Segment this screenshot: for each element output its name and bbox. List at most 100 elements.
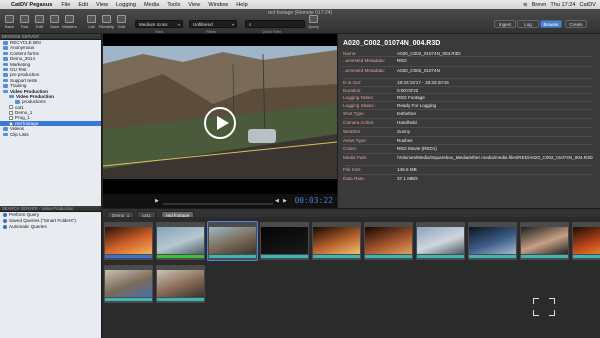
save-button[interactable]: Save xyxy=(47,15,62,30)
search-icon: ⌕ xyxy=(249,22,252,27)
tree-item-label: Videos xyxy=(10,126,24,132)
chevron-down-icon: ▾ xyxy=(231,22,234,27)
menu-media[interactable]: Media xyxy=(140,2,163,8)
thumbnail-image xyxy=(313,227,360,254)
menu-tools[interactable]: Tools xyxy=(163,2,184,8)
clock[interactable]: Thu 17:24 xyxy=(550,2,575,8)
thumbnail-image xyxy=(157,227,204,254)
metadata-value[interactable]: RED xyxy=(397,58,407,63)
grid-view-button[interactable]: Grid xyxy=(114,15,129,30)
thumbnail-color-bar xyxy=(157,255,204,258)
save-icon xyxy=(50,15,59,23)
tree-item-label: Clip Lists xyxy=(10,131,29,137)
folder-icon xyxy=(3,46,8,50)
video-player[interactable] xyxy=(103,34,337,208)
player-controls: ▶ ◀ ▶ 00:03:22 xyxy=(103,194,337,208)
menu-logging[interactable]: Logging xyxy=(112,2,140,8)
tree-item-label: RECYCLE BIN xyxy=(10,40,41,45)
query-button[interactable]: Query xyxy=(306,15,321,30)
quick-filter-input[interactable]: ⌕ xyxy=(245,20,305,28)
tree-item-label: Demo_1 xyxy=(15,110,33,116)
metadata-value[interactable]: Ready For Logging xyxy=(397,103,436,108)
tree-item-label: productions xyxy=(22,99,46,105)
clip-gallery xyxy=(103,217,600,338)
clip-thumbnail[interactable] xyxy=(260,222,309,260)
catalog-icon xyxy=(9,105,13,110)
metadata-value[interactable]: 37.1 MB/s xyxy=(397,176,418,181)
toolbar: red footage (Remote 017:24) Back Fwd Edi… xyxy=(0,9,600,34)
timecode-display: 00:03:22 xyxy=(294,196,333,205)
ingest-button[interactable]: Ingest xyxy=(494,20,516,28)
clip-thumbnail[interactable] xyxy=(572,222,600,260)
chevron-down-icon: ▾ xyxy=(177,22,180,27)
play-button[interactable]: ▶ xyxy=(155,198,159,204)
menu-help[interactable]: Help xyxy=(232,2,252,8)
metadata-value[interactable]: test\ether xyxy=(397,111,416,116)
filmstrip-icon xyxy=(102,15,111,23)
folder-icon xyxy=(3,132,8,137)
scrub-bar[interactable] xyxy=(163,203,273,205)
metadata-key: File Size xyxy=(343,167,361,172)
list-view-button[interactable]: List xyxy=(84,15,99,30)
automatic-queries-item[interactable]: Automatic Queries xyxy=(0,224,101,230)
thumbnail-color-bar xyxy=(573,255,600,258)
clip-thumbnail[interactable] xyxy=(104,222,153,260)
menu-view[interactable]: View xyxy=(92,2,112,8)
clip-title: A020_C002_01074N_004.R3D xyxy=(343,40,441,47)
metadata-value[interactable]: RED Movie (RED1) xyxy=(397,146,437,151)
metadata-value[interactable]: RED Footage xyxy=(397,95,425,100)
metadata-value[interactable]: 145.6 MB xyxy=(397,167,417,172)
prev-frame-icon[interactable]: ◀ xyxy=(275,198,279,204)
create-button[interactable]: Create xyxy=(565,20,587,28)
folder-icon xyxy=(9,94,14,99)
forward-icon xyxy=(20,15,29,23)
menu-edit[interactable]: Edit xyxy=(74,2,92,8)
back-button[interactable]: Back xyxy=(2,15,17,30)
menu-view-2[interactable]: View xyxy=(184,2,204,8)
filter-select[interactable]: Unfiltered ▾ xyxy=(189,20,237,28)
metadata-value[interactable]: 18:33:16'17 - 18:33:20'15 xyxy=(397,80,449,85)
clip-thumbnail[interactable] xyxy=(207,221,258,261)
thumbnail-color-bar xyxy=(417,255,464,258)
forward-button[interactable]: Fwd xyxy=(17,15,32,30)
metadata-divider xyxy=(343,165,593,166)
wifi-icon[interactable]: ≋ xyxy=(523,2,528,8)
user-name[interactable]: Brevn xyxy=(532,2,547,8)
metadata-value[interactable]: A020_C002_01074N xyxy=(397,68,440,73)
gear-icon xyxy=(3,224,7,229)
query-icon xyxy=(3,212,7,217)
clip-thumbnail[interactable] xyxy=(520,222,569,260)
clip-thumbnail[interactable] xyxy=(104,265,153,303)
thumbnail-color-bar xyxy=(105,255,152,258)
metadata-value[interactable]: Handheld xyxy=(397,120,417,125)
tree-item[interactable]: Clip Lists xyxy=(0,132,101,137)
metadata-key: Data Rate: xyxy=(343,176,365,181)
filmstrip-view-button[interactable]: Filmstrip xyxy=(99,15,114,30)
clip-thumbnail[interactable] xyxy=(364,222,413,260)
metadata-value[interactable]: Rushes xyxy=(397,138,413,143)
metadata-key: Logging Notes: xyxy=(343,95,374,100)
fullscreen-icon[interactable] xyxy=(533,298,555,316)
catdv-window: { "menubar": { "app": "CatDV Pegasus", "… xyxy=(0,0,600,338)
view-select[interactable]: Medium Icons ▾ xyxy=(135,20,183,28)
markers-button[interactable]: Markers xyxy=(62,15,77,30)
tree-item-label: pre production xyxy=(10,72,40,78)
menu-file[interactable]: File xyxy=(57,2,74,8)
menu-window[interactable]: Window xyxy=(204,2,232,8)
clip-thumbnail[interactable] xyxy=(156,265,205,303)
metadata-value[interactable]: Sunny xyxy=(397,129,410,134)
edit-icon xyxy=(35,15,44,23)
clip-thumbnail[interactable] xyxy=(416,222,465,260)
folder-icon xyxy=(15,100,20,104)
edit-button[interactable]: Edit xyxy=(32,15,47,30)
browse-button[interactable]: Browse xyxy=(540,20,562,28)
metadata-value[interactable]: /Volumes/Media/Squarebox_Media/ether med… xyxy=(397,155,597,161)
next-frame-icon[interactable]: ▶ xyxy=(283,198,287,204)
clip-thumbnail[interactable] xyxy=(468,222,517,260)
log-button[interactable]: Log xyxy=(517,20,539,28)
tree-item-label: Demo_2014 xyxy=(10,56,36,62)
clip-thumbnail[interactable] xyxy=(156,222,205,260)
app-menu[interactable]: CatDV Pegasus xyxy=(8,2,57,8)
clip-thumbnail[interactable] xyxy=(312,222,361,260)
play-icon[interactable] xyxy=(204,107,236,139)
